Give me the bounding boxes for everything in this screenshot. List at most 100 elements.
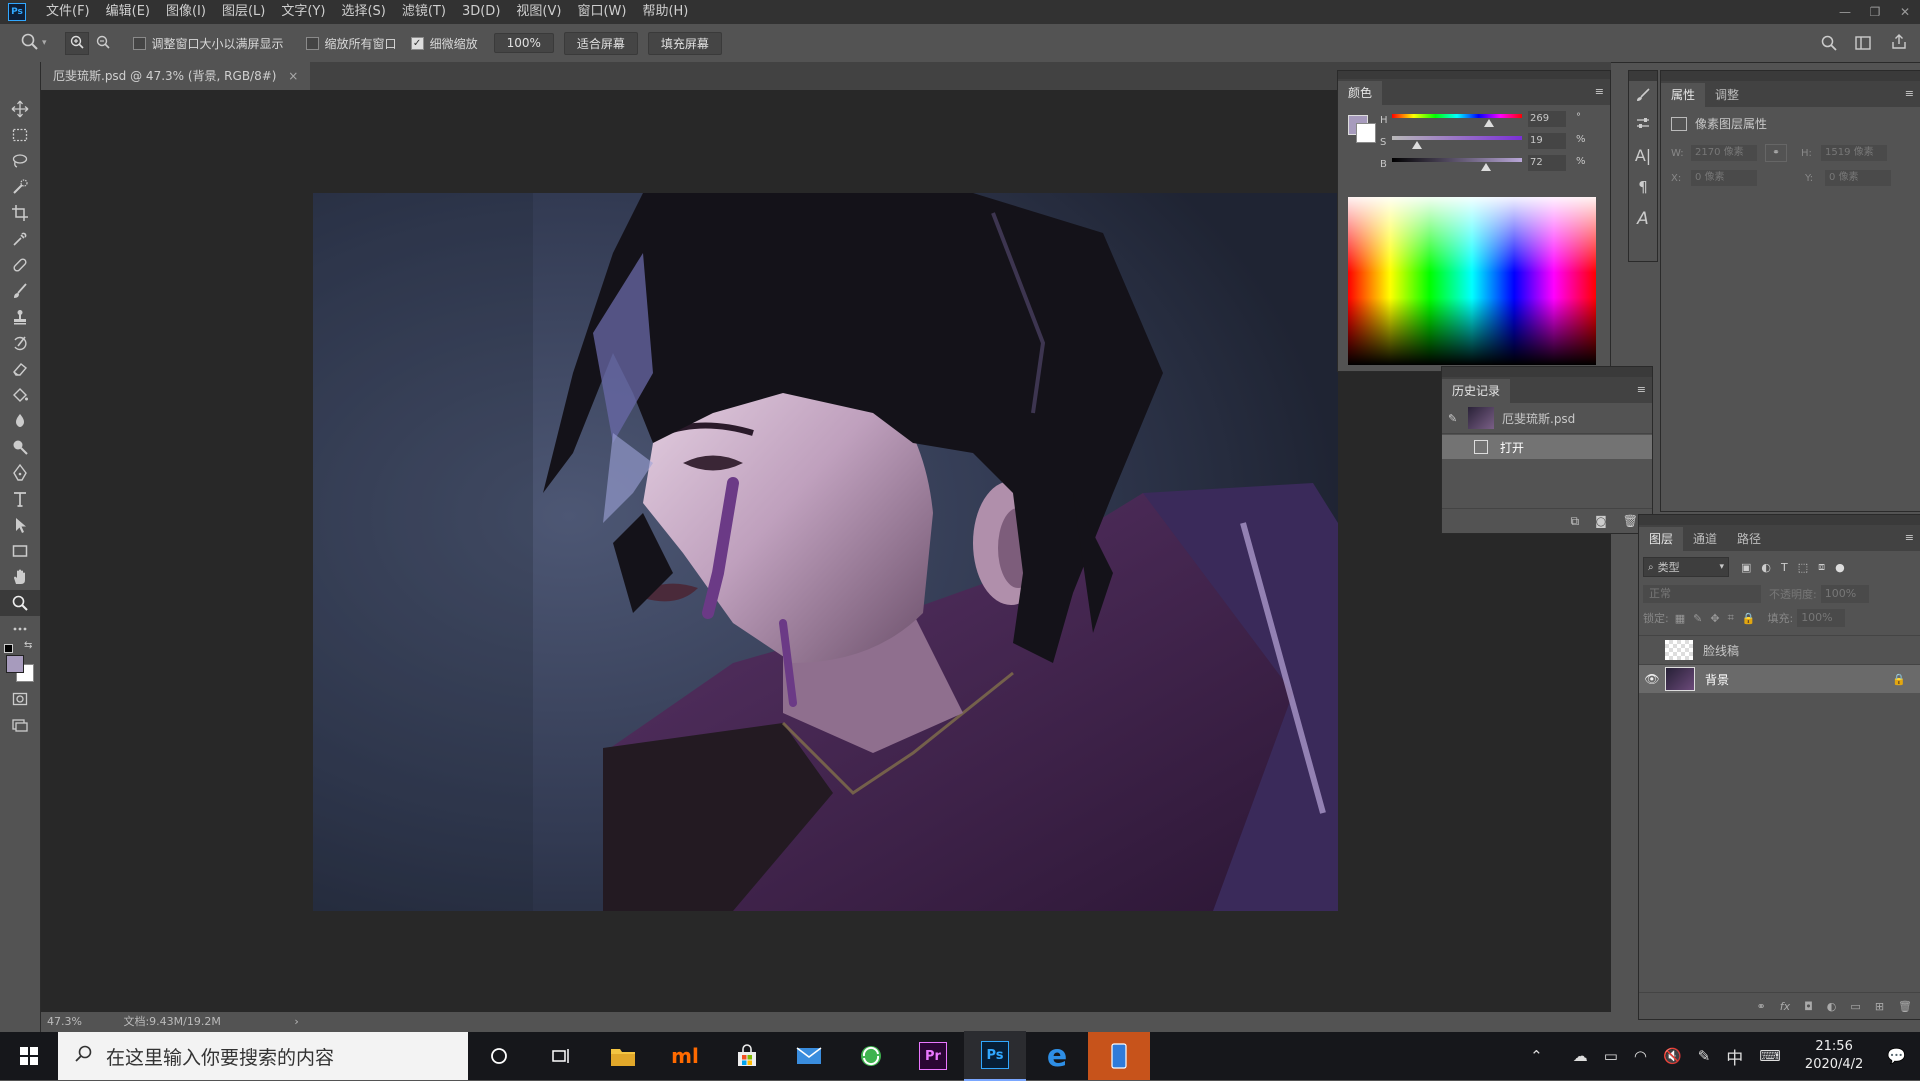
character-icon[interactable]: A| [1629, 137, 1657, 173]
network-icon[interactable]: ◠ [1634, 1047, 1647, 1065]
close-icon[interactable]: ✕ [1890, 0, 1920, 24]
menu-layer[interactable]: 图层(L) [214, 0, 273, 24]
onedrive-icon[interactable]: ☁ [1573, 1047, 1588, 1065]
edge-icon[interactable]: e [1026, 1032, 1088, 1080]
keyboard-layout-icon[interactable]: ⌨ [1759, 1047, 1781, 1065]
eye-icon[interactable]: 👁 [1639, 672, 1665, 686]
more-tools-icon[interactable] [0, 616, 40, 642]
action-center-icon[interactable]: 💬 [1887, 1047, 1906, 1065]
layer-effects-icon[interactable]: fx [1780, 1000, 1790, 1013]
hue-value[interactable]: 269 [1528, 111, 1566, 127]
store-icon[interactable] [716, 1032, 778, 1080]
scrubby-zoom-checkbox[interactable]: ✓ 细微缩放 [410, 35, 478, 52]
fill-screen-button[interactable]: 填充屏幕 [647, 31, 722, 55]
lasso-tool-icon[interactable] [0, 148, 40, 174]
move-tool-icon[interactable] [0, 96, 40, 122]
brush-settings-icon[interactable] [1629, 81, 1657, 109]
new-adjustment-layer-icon[interactable]: ◐ [1827, 1000, 1837, 1013]
tab-history[interactable]: 历史记录 [1442, 379, 1511, 403]
camera-icon[interactable]: ◙ [1595, 514, 1607, 528]
search-icon[interactable] [1820, 34, 1838, 55]
zoom-all-windows-checkbox[interactable]: 缩放所有窗口 [305, 35, 397, 52]
zoom-100-button[interactable]: 100% [493, 33, 554, 53]
menu-help[interactable]: 帮助(H) [634, 0, 696, 24]
tab-paths[interactable]: 路径 [1727, 527, 1771, 551]
document-tab[interactable]: 厄斐琉斯.psd @ 47.3% (背景, RGB/8#) × [41, 62, 311, 90]
history-brush-tool-icon[interactable] [0, 330, 40, 356]
blur-tool-icon[interactable] [0, 408, 40, 434]
premiere-icon[interactable]: Pr [902, 1032, 964, 1080]
layer-name[interactable]: 背景 [1705, 671, 1729, 688]
history-brush-source-icon[interactable]: ✎ [1448, 412, 1462, 425]
brightness-slider-thumb[interactable] [1480, 163, 1491, 171]
screen-mode-icon[interactable] [0, 712, 40, 738]
trash-icon[interactable]: 🗑 [1898, 1000, 1912, 1013]
filter-smart-object-icon[interactable]: ⧈ [1818, 560, 1825, 574]
history-item[interactable]: 打开 [1442, 435, 1652, 459]
task-view-icon[interactable] [530, 1032, 592, 1080]
tab-adjustments[interactable]: 调整 [1705, 83, 1749, 107]
workspace-icon[interactable] [1854, 34, 1872, 55]
type-tool-icon[interactable] [0, 486, 40, 512]
hue-slider-thumb[interactable] [1484, 119, 1495, 127]
foreground-color-swatch[interactable] [6, 655, 24, 673]
lock-position-icon[interactable]: ✥ [1710, 612, 1719, 625]
hue-slider[interactable] [1392, 114, 1522, 118]
new-document-from-state-icon[interactable]: ⧉ [1571, 514, 1580, 529]
path-selection-tool-icon[interactable] [0, 512, 40, 538]
eraser-tool-icon[interactable] [0, 356, 40, 382]
mail-icon[interactable] [778, 1032, 840, 1080]
minimize-icon[interactable]: — [1830, 0, 1860, 24]
volume-muted-icon[interactable]: 🔇 [1663, 1047, 1682, 1065]
panel-menu-icon[interactable]: ≡ [1905, 87, 1914, 100]
zoom-out-icon[interactable] [95, 34, 111, 53]
paint-bucket-tool-icon[interactable] [0, 382, 40, 408]
healing-brush-tool-icon[interactable] [0, 252, 40, 278]
filter-toggle-icon[interactable]: ● [1835, 561, 1845, 574]
phone-app-icon[interactable] [1088, 1032, 1150, 1080]
menu-type[interactable]: 文字(Y) [273, 0, 333, 24]
blend-mode-dropdown[interactable]: 正常 [1643, 585, 1761, 603]
new-layer-icon[interactable]: ⊞ [1875, 1000, 1884, 1013]
menu-image[interactable]: 图像(I) [158, 0, 214, 24]
zoom-in-icon[interactable] [64, 31, 89, 55]
paragraph-icon[interactable]: ¶ [1629, 173, 1657, 201]
mi-app-icon[interactable]: ml [654, 1032, 716, 1080]
saturation-slider[interactable] [1392, 136, 1522, 140]
eyedropper-tool-icon[interactable] [0, 226, 40, 252]
stamp-tool-icon[interactable] [0, 304, 40, 330]
width-field[interactable]: 2170 像素 [1691, 145, 1757, 161]
pen-tool-icon[interactable] [0, 460, 40, 486]
quick-mask-icon[interactable] [0, 686, 40, 712]
saturation-value[interactable]: 19 [1528, 133, 1566, 149]
brush-tool-icon[interactable] [0, 278, 40, 304]
windows-start-icon[interactable] [0, 1032, 58, 1080]
layer-row-selected[interactable]: 👁 背景 🔒 [1639, 664, 1920, 693]
restore-icon[interactable]: ❐ [1860, 0, 1890, 24]
status-zoom[interactable]: 47.3% [47, 1015, 82, 1028]
fit-screen-button[interactable]: 适合屏幕 [563, 31, 638, 55]
menu-edit[interactable]: 编辑(E) [98, 0, 158, 24]
cortana-icon[interactable] [468, 1032, 530, 1080]
menu-filter[interactable]: 滤镜(T) [394, 0, 454, 24]
y-field[interactable]: 0 像素 [1825, 170, 1891, 186]
trash-icon[interactable]: 🗑 [1623, 514, 1638, 528]
opacity-field[interactable]: 100% [1820, 585, 1869, 603]
lock-image-icon[interactable]: ✎ [1693, 612, 1702, 625]
photoshop-taskbar-icon[interactable]: Ps [964, 1031, 1026, 1081]
brightness-slider[interactable] [1392, 158, 1522, 162]
fill-field[interactable]: 100% [1797, 609, 1846, 627]
panel-menu-icon[interactable]: ≡ [1637, 383, 1646, 396]
filter-shape-icon[interactable]: ⬚ [1798, 561, 1808, 574]
status-menu-arrow[interactable]: › [294, 1015, 298, 1028]
quick-selection-tool-icon[interactable] [0, 174, 40, 200]
browser-360-icon[interactable] [840, 1032, 902, 1080]
menu-select[interactable]: 选择(S) [333, 0, 393, 24]
x-field[interactable]: 0 像素 [1691, 170, 1757, 186]
menu-window[interactable]: 窗口(W) [569, 0, 634, 24]
menu-view[interactable]: 视图(V) [508, 0, 569, 24]
filter-adjustment-icon[interactable]: ◐ [1761, 561, 1771, 574]
close-tab-icon[interactable]: × [288, 69, 298, 83]
hand-tool-icon[interactable] [0, 564, 40, 590]
pen-icon[interactable]: ✎ [1698, 1047, 1711, 1065]
